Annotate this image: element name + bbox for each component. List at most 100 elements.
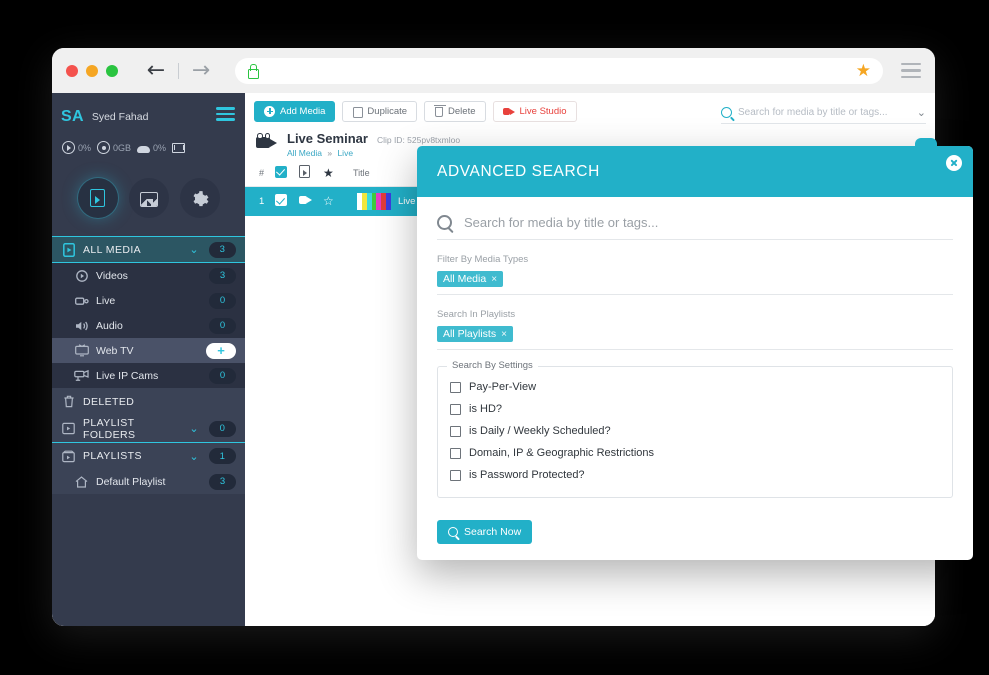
sidebar-item-label: Live IP Cams <box>96 369 159 382</box>
checkbox-unchecked-icon[interactable] <box>450 425 461 437</box>
page-root: ← → ★ SA Syed Fahad 0% 0GB 0% ALL MEDIA … <box>0 0 989 675</box>
dialog-footer: Search Now <box>417 498 973 544</box>
sidebar-item-deleted[interactable]: DELETED <box>52 388 245 415</box>
settings-button[interactable] <box>179 178 220 218</box>
sidebar-user-header: SA Syed Fahad <box>52 93 245 141</box>
sidebar-item-all-media[interactable]: ALL MEDIA ⌄ 3 <box>52 236 245 263</box>
sidebar-item-label: Live <box>96 294 116 307</box>
sidebar-item-web-tv[interactable]: Web TV + <box>52 338 245 363</box>
star-icon: ★ <box>323 165 334 180</box>
chevron-down-icon[interactable]: ⌄ <box>189 243 199 256</box>
tag-all-media[interactable]: All Media × <box>437 271 504 287</box>
tag-all-playlists[interactable]: All Playlists × <box>437 326 513 342</box>
checkbox-label: is Daily / Weekly Scheduled? <box>469 425 611 437</box>
button-label: Add Media <box>280 105 326 117</box>
add-media-button[interactable]: Add Media <box>254 100 336 122</box>
remove-tag-icon[interactable]: × <box>491 274 497 285</box>
button-label: Search Now <box>464 526 522 538</box>
mail-icon[interactable] <box>172 143 186 153</box>
sidebar-item-live[interactable]: Live 0 <box>52 288 245 313</box>
close-window-button[interactable] <box>66 64 78 77</box>
search-settings-group: Search By Settings Pay-Per-View is HD? i… <box>437 360 953 498</box>
video-camera-icon <box>74 294 89 308</box>
star-outline-icon: ☆ <box>323 194 334 208</box>
browser-menu-icon[interactable] <box>901 62 921 79</box>
column-header-type <box>299 165 323 180</box>
sidebar-item-playlist-folders[interactable]: PLAYLIST FOLDERS ⌄ 0 <box>52 415 245 442</box>
chevron-down-icon[interactable]: ⌄ <box>917 106 926 119</box>
folder-icon <box>61 422 76 436</box>
checkbox-checked-icon <box>275 165 287 178</box>
button-label: Duplicate <box>367 105 408 117</box>
checkbox-row-scheduled[interactable]: is Daily / Weekly Scheduled? <box>450 420 940 442</box>
media-file-icon <box>90 189 105 207</box>
tag-label: All Media <box>443 273 487 285</box>
column-header-title: Title <box>353 167 370 178</box>
sidebar-item-videos[interactable]: Videos 3 <box>52 263 245 288</box>
checkbox-unchecked-icon[interactable] <box>450 381 461 393</box>
minimize-window-button[interactable] <box>86 64 98 77</box>
home-icon <box>74 475 89 489</box>
search-input[interactable]: Search for media by title or tags... <box>738 107 911 118</box>
media-search-bar[interactable]: Search for media by title or tags... ⌄ <box>721 102 926 124</box>
maximize-window-button[interactable] <box>106 64 118 77</box>
live-studio-button[interactable]: Live Studio <box>492 100 577 122</box>
sidebar-item-live-ip-cams[interactable]: Live IP Cams 0 <box>52 363 245 388</box>
back-arrow-icon[interactable]: ← <box>144 59 168 82</box>
add-web-tv-button[interactable]: + <box>206 342 236 359</box>
advanced-search-dialog: ADVANCED SEARCH Search for media by titl… <box>417 138 973 560</box>
media-types-label: Filter By Media Types <box>437 254 529 265</box>
chevron-down-icon[interactable]: ⌄ <box>189 450 199 463</box>
checkbox-unchecked-icon[interactable] <box>450 469 461 481</box>
sidebar-toggle-icon[interactable] <box>216 107 235 121</box>
sidebar-item-label: Web TV <box>96 344 134 357</box>
delete-button[interactable]: Delete <box>424 100 486 122</box>
navigation-arrows: ← → <box>144 59 213 82</box>
button-label: Live Studio <box>519 105 567 117</box>
checkbox-row-restrictions[interactable]: Domain, IP & Geographic Restrictions <box>450 442 940 464</box>
url-bar[interactable]: ★ <box>235 57 883 84</box>
dialog-header: ADVANCED SEARCH <box>417 146 973 197</box>
media-library-button[interactable] <box>77 178 118 218</box>
stat-cloud: 0% <box>137 142 166 153</box>
chevron-down-icon[interactable]: ⌄ <box>189 422 199 435</box>
remove-tag-icon[interactable]: × <box>501 329 507 340</box>
checkbox-row-is-hd[interactable]: is HD? <box>450 398 940 420</box>
trash-icon <box>434 105 447 117</box>
forward-arrow-icon[interactable]: → <box>189 59 213 82</box>
window-controls[interactable] <box>66 64 118 77</box>
analytics-button[interactable] <box>128 178 169 218</box>
row-checkbox[interactable] <box>275 194 299 209</box>
count-badge: 0 <box>209 292 236 309</box>
sidebar-item-playlists[interactable]: PLAYLISTS ⌄ 1 <box>52 442 245 469</box>
sidebar-item-audio[interactable]: Audio 0 <box>52 313 245 338</box>
row-star-button[interactable]: ☆ <box>323 195 353 208</box>
select-all-checkbox[interactable] <box>275 165 299 180</box>
bookmark-star-icon[interactable]: ★ <box>856 62 871 79</box>
sidebar-item-default-playlist[interactable]: Default Playlist 3 <box>52 469 245 494</box>
playlists-tags: All Playlists × <box>437 324 953 350</box>
dialog-search-input[interactable]: Search for media by title or tags... <box>464 215 658 230</box>
count-badge: 1 <box>209 448 236 464</box>
row-type-icon <box>299 195 323 209</box>
count-badge: 3 <box>209 473 236 490</box>
checkbox-row-password-protected[interactable]: is Password Protected? <box>450 464 940 486</box>
play-circle-icon <box>62 141 75 154</box>
stat-mail[interactable] <box>172 142 186 153</box>
play-circle-icon <box>74 269 89 283</box>
sidebar-item-label: Audio <box>96 319 123 332</box>
checkbox-unchecked-icon[interactable] <box>450 447 461 459</box>
avatar: SA <box>61 108 84 125</box>
user-name: Syed Fahad <box>91 111 149 123</box>
sidebar-item-label: PLAYLISTS <box>83 450 142 462</box>
close-icon[interactable] <box>946 155 962 171</box>
column-header-number: # <box>259 167 265 178</box>
duplicate-button[interactable]: Duplicate <box>342 100 418 122</box>
live-studio-icon <box>502 107 515 116</box>
camera-reels <box>257 133 270 139</box>
breadcrumb-root[interactable]: All Media <box>287 148 322 158</box>
search-now-button[interactable]: Search Now <box>437 520 533 544</box>
checkbox-unchecked-icon[interactable] <box>450 403 461 415</box>
checkbox-row-pay-per-view[interactable]: Pay-Per-View <box>450 376 940 398</box>
dialog-search-field[interactable]: Search for media by title or tags... <box>437 215 953 240</box>
